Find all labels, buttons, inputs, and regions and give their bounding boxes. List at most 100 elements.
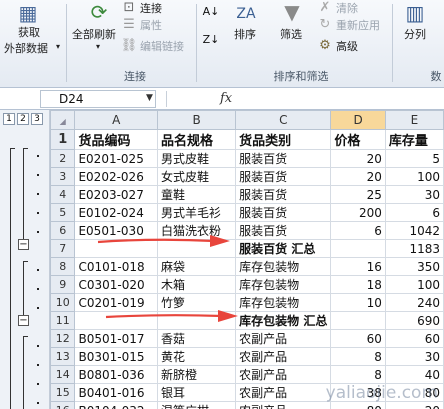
cell-c[interactable]: 服装百货 汇总 (235, 239, 332, 258)
sort-descending-icon[interactable]: Z↓ (202, 30, 220, 48)
insert-function-button[interactable]: fx (220, 91, 232, 106)
cell-a[interactable]: B0401-016 (74, 383, 158, 402)
cell-d[interactable]: 60 (330, 329, 386, 348)
cell-e[interactable]: 6 (384, 203, 444, 222)
cell-c[interactable]: 库存包装物 (235, 275, 332, 294)
cell-a[interactable]: B0301-015 (74, 347, 158, 366)
split-button[interactable]: 分列 (404, 26, 426, 42)
outline-level-3-button[interactable]: 3 (31, 113, 43, 125)
cell-c[interactable]: 农副产品 (235, 365, 332, 384)
cell-d[interactable]: 8 (330, 347, 386, 366)
refresh-dropdown-icon[interactable]: ▾ (96, 42, 100, 51)
cell-b[interactable]: 木箱 (156, 275, 237, 294)
name-box[interactable]: D24 (40, 90, 156, 108)
row-header[interactable]: 16 (49, 401, 76, 409)
cell-e[interactable]: 350 (384, 257, 444, 276)
cell-b[interactable]: 新脐橙 (156, 365, 237, 384)
cell-c[interactable]: 农副产品 (235, 401, 332, 409)
select-all-corner[interactable]: ◢ (49, 110, 76, 130)
cell-a[interactable]: E0203-027 (74, 185, 158, 204)
row-header[interactable]: 15 (49, 383, 76, 402)
cell-a[interactable]: B0104-032 (74, 401, 158, 409)
cell-c[interactable]: 服装百货 (235, 221, 332, 240)
cell-c[interactable]: 服装百货 (235, 167, 332, 186)
cell-d[interactable]: 8 (330, 365, 386, 384)
outline-collapse-button-row11[interactable]: − (18, 315, 29, 326)
cell-e[interactable]: 1183 (384, 239, 444, 258)
cell-c[interactable]: 农副产品 (235, 347, 332, 366)
cell-e[interactable]: 60 (384, 329, 444, 348)
cell-d[interactable]: 200 (330, 203, 386, 222)
cell-d[interactable]: 6 (330, 221, 386, 240)
row-header[interactable]: 9 (49, 275, 76, 294)
cell-e[interactable]: 30 (384, 185, 444, 204)
cell-a[interactable]: 货品编码 (74, 129, 158, 150)
name-box-dropdown-icon[interactable]: ▼ (146, 93, 153, 103)
cell-c[interactable]: 货品类别 (235, 129, 332, 150)
row-header[interactable]: 2 (49, 149, 76, 168)
cell-a[interactable]: B0501-017 (74, 329, 158, 348)
row-header[interactable]: 1 (49, 129, 76, 150)
row-header[interactable]: 14 (49, 365, 76, 384)
cell-c[interactable]: 农副产品 (235, 329, 332, 348)
cell-c[interactable]: 服装百货 (235, 149, 332, 168)
get-data-button-label2[interactable]: 外部数据 (4, 40, 48, 56)
cell-d[interactable]: 16 (330, 257, 386, 276)
cell-b[interactable]: 女式皮鞋 (156, 167, 237, 186)
cell-e[interactable]: 100 (384, 275, 444, 294)
cell-b[interactable]: 麻袋 (156, 257, 237, 276)
cell-e[interactable]: 690 (384, 311, 444, 330)
cell-d[interactable]: 25 (330, 185, 386, 204)
cell-e[interactable]: 30 (384, 347, 444, 366)
column-header-b[interactable]: B (156, 110, 237, 130)
get-data-dropdown-icon[interactable]: ▾ (56, 42, 60, 51)
column-header-e[interactable]: E (384, 110, 444, 130)
cell-a[interactable]: B0801-036 (74, 365, 158, 384)
cell-b[interactable]: 男式羊毛衫 (156, 203, 237, 222)
cell-c[interactable]: 服装百货 (235, 203, 332, 222)
cell-b[interactable]: 童鞋 (156, 185, 237, 204)
column-header-c[interactable]: C (235, 110, 332, 130)
row-header[interactable]: 10 (49, 293, 76, 312)
cell-e[interactable]: 库存量 (384, 129, 444, 150)
cell-c[interactable]: 库存包装物 (235, 293, 332, 312)
column-header-a[interactable]: A (74, 110, 158, 130)
cell-c[interactable]: 服装百货 (235, 185, 332, 204)
cell-a[interactable]: E0201-025 (74, 149, 158, 168)
sort-ascending-icon[interactable]: A↓ (202, 2, 220, 20)
cell-b[interactable]: 男式皮鞋 (156, 149, 237, 168)
clear-button[interactable]: 清除 (336, 0, 358, 16)
cell-b[interactable]: 银耳 (156, 383, 237, 402)
cell-d[interactable]: 20 (330, 149, 386, 168)
cell-e[interactable]: 240 (384, 293, 444, 312)
advanced-button[interactable]: 高级 (336, 38, 358, 54)
cell-b[interactable]: 香菇 (156, 329, 237, 348)
cell-a[interactable]: C0101-018 (74, 257, 158, 276)
row-header[interactable]: 8 (49, 257, 76, 276)
row-header[interactable]: 11 (49, 311, 76, 330)
row-header[interactable]: 3 (49, 167, 76, 186)
cell-e[interactable]: 40 (384, 365, 444, 384)
filter-button[interactable]: 筛选 (280, 26, 302, 42)
cell-d[interactable]: 18 (330, 275, 386, 294)
cell-c[interactable]: 农副产品 (235, 383, 332, 402)
outline-level-2-button[interactable]: 2 (17, 113, 29, 125)
cell-a[interactable]: E0202-026 (74, 167, 158, 186)
cell-b[interactable]: 混等广柑 (156, 401, 237, 409)
cell-c[interactable]: 库存包装物 汇总 (235, 311, 332, 330)
refresh-all-button[interactable]: 全部刷新 (72, 26, 116, 42)
cell-c[interactable]: 库存包装物 (235, 257, 332, 276)
row-header[interactable]: 7 (49, 239, 76, 258)
cell-a[interactable]: E0102-024 (74, 203, 158, 222)
cell-e[interactable]: 1042 (384, 221, 444, 240)
sort-button[interactable]: 排序 (234, 26, 256, 42)
column-header-d[interactable]: D (330, 110, 386, 130)
outline-level-1-button[interactable]: 1 (3, 113, 15, 125)
cell-d[interactable]: 10 (330, 293, 386, 312)
cell-b[interactable]: 品名规格 (156, 129, 237, 150)
cell-d[interactable]: 20 (330, 167, 386, 186)
outline-collapse-button-row7[interactable]: − (18, 239, 29, 250)
cell-d[interactable]: 价格 (330, 129, 386, 150)
cell-e[interactable]: 5 (384, 149, 444, 168)
edit-links-button[interactable]: 编辑链接 (140, 38, 184, 54)
